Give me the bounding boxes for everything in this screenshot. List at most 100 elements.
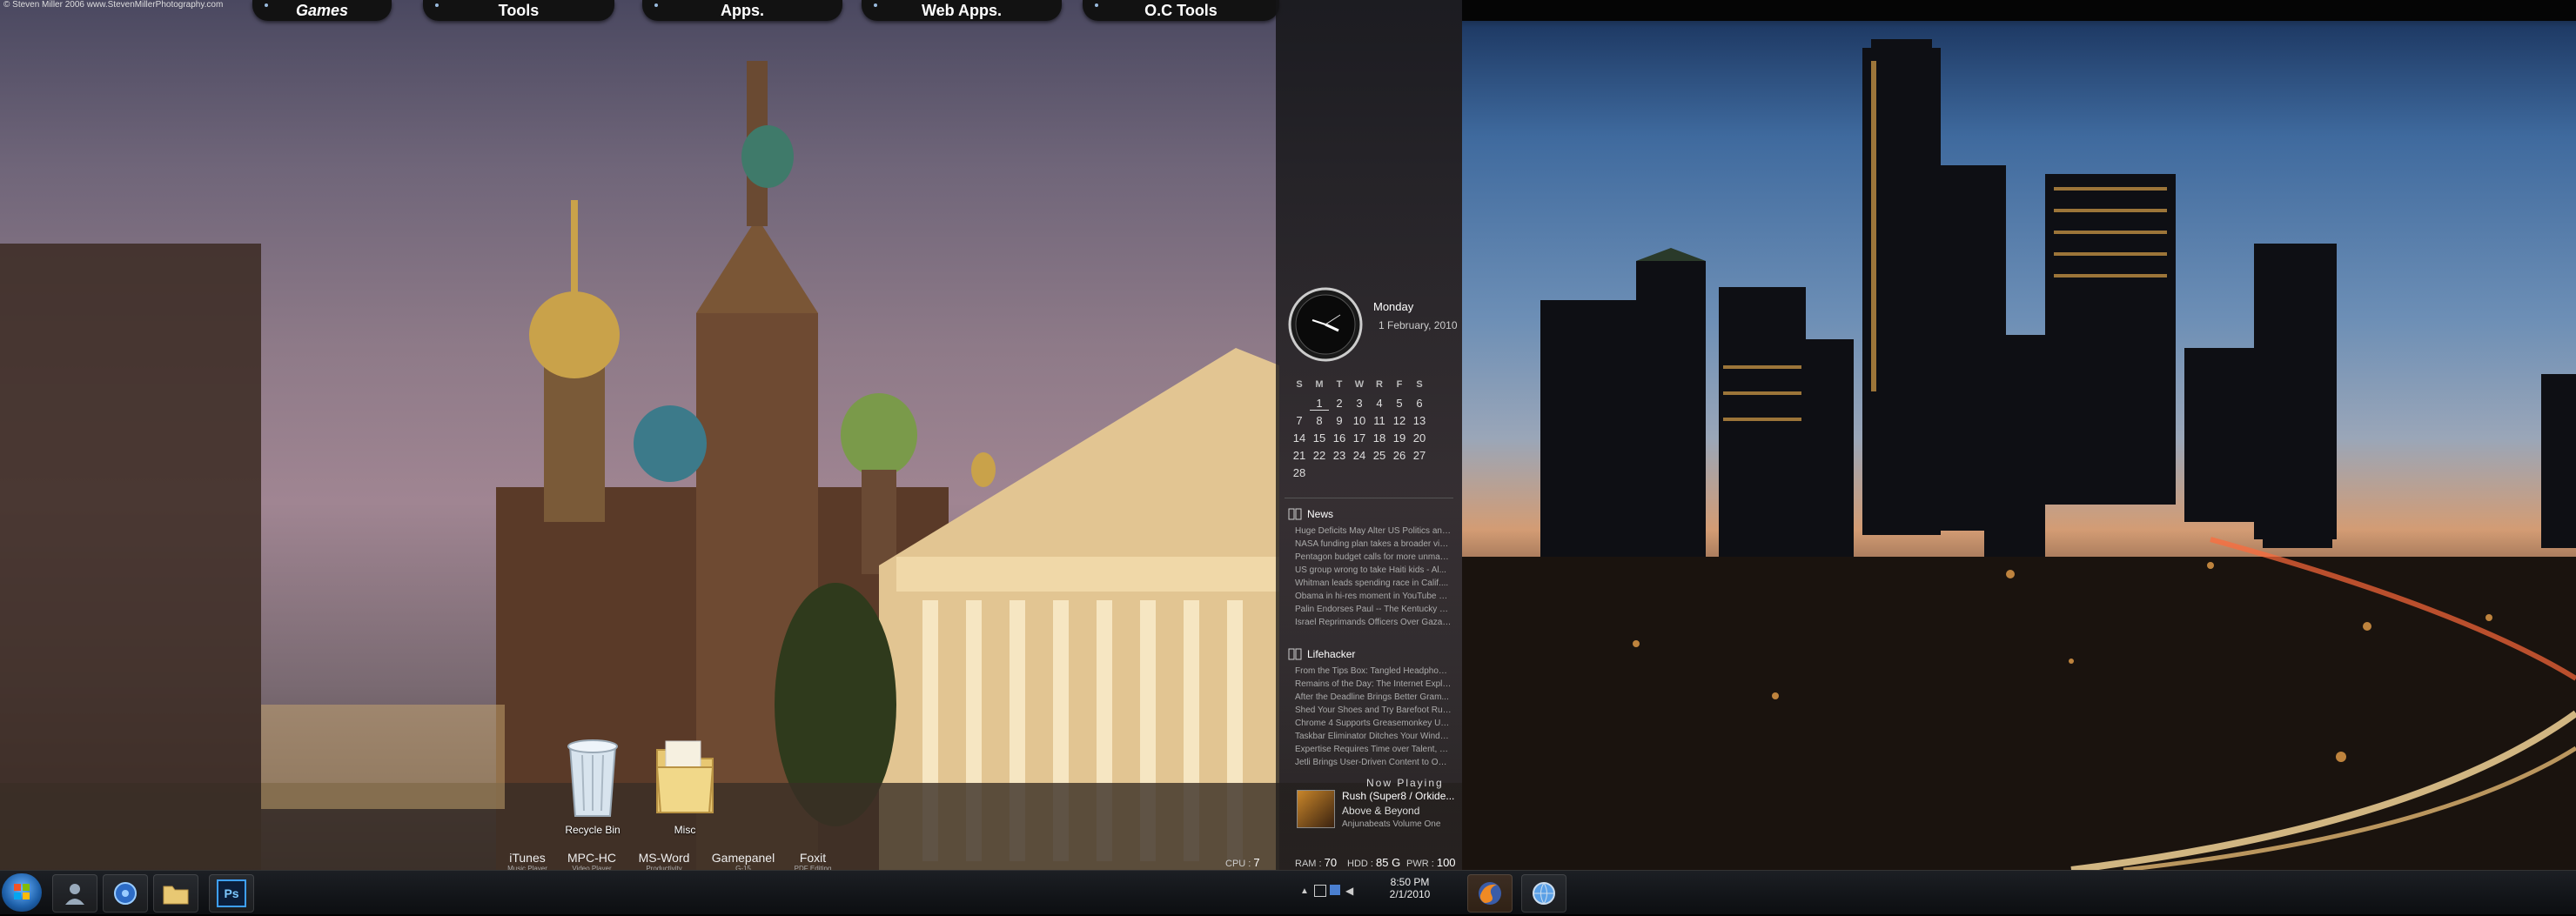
lifehacker-item[interactable]: Chrome 4 Supports Greasemonkey User... xyxy=(1295,719,1452,732)
start-button[interactable] xyxy=(2,873,42,912)
firefox-icon xyxy=(1479,882,1501,905)
lifehacker-item[interactable]: From the Tips Box: Tangled Headphone... xyxy=(1295,666,1452,679)
stat-hdd-value: 85 G xyxy=(1376,856,1401,869)
calendar-day[interactable]: 9 xyxy=(1330,414,1349,427)
calendar-day[interactable]: 10 xyxy=(1350,414,1369,427)
folder-icon xyxy=(655,740,714,813)
lifehacker-item[interactable]: Shed Your Shoes and Try Barefoot Runn... xyxy=(1295,705,1452,719)
desktop-icon-recycle-bin[interactable]: Recycle Bin xyxy=(553,732,632,836)
menu-tab-tools[interactable]: Tools xyxy=(423,0,614,21)
taskbar-user-app[interactable] xyxy=(52,874,97,913)
menu-tab-oc-tools[interactable]: O.C Tools xyxy=(1083,0,1279,21)
city-skyline-scene xyxy=(1462,39,2576,913)
calendar-day[interactable]: 20 xyxy=(1410,431,1429,445)
desktop-wallpaper-left xyxy=(0,0,1462,913)
lifehacker-item[interactable]: Jetli Brings User-Driven Content to Onl.… xyxy=(1295,758,1452,771)
lifehacker-item[interactable]: Taskbar Eliminator Ditches Your Windo... xyxy=(1295,732,1452,745)
desktop-icon-label: Misc xyxy=(674,824,696,836)
calendar-day[interactable]: 8 xyxy=(1310,414,1329,427)
dock-label: MS-Word xyxy=(638,851,690,865)
stat-hdd-label: HDD : xyxy=(1347,859,1373,869)
calendar-day[interactable]: 21 xyxy=(1290,449,1309,462)
clock-date: 1 February, 2010 xyxy=(1379,319,1458,331)
news-feed-list: Huge Deficits May Alter US Politics and.… xyxy=(1295,526,1452,631)
news-item[interactable]: Palin Endorses Paul -- The Kentucky Dr..… xyxy=(1295,605,1452,618)
lifehacker-item[interactable]: Expertise Requires Time over Talent, S..… xyxy=(1295,745,1452,758)
taskbar: Ps ▲ ◀ 8:50 PM 2/1/2010 xyxy=(0,870,2576,914)
sidebar-gadgets: Monday 1 February, 2010 SMTWRFS123456789… xyxy=(1276,0,1462,870)
tray-volume-icon[interactable]: ◀ xyxy=(1345,885,1353,897)
album-art-thumbnail[interactable] xyxy=(1297,790,1335,828)
calendar-day[interactable]: 2 xyxy=(1330,397,1349,410)
lifehacker-item[interactable]: After the Deadline Brings Better Gram... xyxy=(1295,692,1452,705)
tray-network-icon[interactable] xyxy=(1314,885,1326,897)
calendar-day[interactable]: 15 xyxy=(1310,431,1329,445)
calendar-day[interactable]: 25 xyxy=(1370,449,1389,462)
taskbar-explorer[interactable] xyxy=(153,874,198,913)
globe-icon xyxy=(1533,882,1555,905)
taskbar-media-app[interactable] xyxy=(103,874,148,913)
now-playing-track: Rush (Super8 / Orkide... xyxy=(1342,790,1455,802)
calendar-day[interactable]: 26 xyxy=(1390,449,1409,462)
tab-dot-icon xyxy=(1095,3,1098,7)
calendar-day[interactable]: 5 xyxy=(1390,397,1409,410)
calendar-day[interactable]: 14 xyxy=(1290,431,1309,445)
calendar-day[interactable]: 3 xyxy=(1350,397,1369,410)
calendar-day[interactable]: 28 xyxy=(1290,466,1309,479)
menu-tab-apps[interactable]: Apps. xyxy=(642,0,842,21)
media-disc-icon xyxy=(114,882,137,905)
news-item[interactable]: NASA funding plan takes a broader vie... xyxy=(1295,539,1452,552)
calendar-day[interactable]: 24 xyxy=(1350,449,1369,462)
feed-title-news: News xyxy=(1307,508,1334,520)
calendar-day[interactable]: 16 xyxy=(1330,431,1349,445)
calendar-day[interactable]: 17 xyxy=(1350,431,1369,445)
dock-label: MPC-HC xyxy=(567,851,616,865)
calendar-day[interactable]: 1 xyxy=(1310,397,1329,411)
stat-hdd: HDD : 85 G xyxy=(1347,856,1400,869)
menu-tab-label: Web Apps. xyxy=(921,1,1002,19)
news-item[interactable]: Pentagon budget calls for more unman... xyxy=(1295,552,1452,565)
cathedral-scene xyxy=(0,61,1462,870)
calendar-day[interactable]: 27 xyxy=(1410,449,1429,462)
calendar-day[interactable]: 13 xyxy=(1410,414,1429,427)
windows-logo-icon xyxy=(14,884,30,899)
news-item[interactable]: Whitman leads spending race in Calif.... xyxy=(1295,578,1452,592)
calendar-weekday-header: S xyxy=(1296,379,1303,390)
taskbar-photoshop[interactable]: Ps xyxy=(209,874,254,913)
news-item[interactable]: US group wrong to take Haiti kids - Al..… xyxy=(1295,565,1452,578)
calendar-day[interactable]: 22 xyxy=(1310,449,1329,462)
tab-dot-icon xyxy=(874,3,877,7)
news-item[interactable]: Obama in hi-res moment in YouTube Q... xyxy=(1295,592,1452,605)
analog-clock-icon xyxy=(1288,287,1363,362)
calendar-day[interactable]: 11 xyxy=(1370,414,1389,427)
tray-arrow-icon[interactable]: ▲ xyxy=(1300,886,1309,896)
calendar-day[interactable]: 4 xyxy=(1370,397,1389,410)
dock-label: Gamepanel xyxy=(711,851,775,865)
lifehacker-item[interactable]: Remains of the Day: The Internet Explo..… xyxy=(1295,679,1452,692)
news-item[interactable]: Israel Reprimands Officers Over Gaza ... xyxy=(1295,618,1452,631)
tray-date: 2/1/2010 xyxy=(1389,888,1431,900)
desktop-icon-misc[interactable]: Misc xyxy=(646,732,724,836)
tray-action-center-icon[interactable] xyxy=(1330,885,1340,895)
now-playing-album: Anjunabeats Volume One xyxy=(1342,819,1441,829)
stat-ram-value: 70 xyxy=(1324,856,1338,869)
calendar-day[interactable]: 12 xyxy=(1390,414,1409,427)
calendar: S M T W R F S 1 2 3 4 5 6 7 8 9 10 11 12 13 14 15 16 17 18 19 20 21… xyxy=(1285,379,1459,484)
tray-clock[interactable]: 8:50 PM 2/1/2010 xyxy=(1384,876,1436,900)
dock-label: Foxit xyxy=(799,851,827,865)
news-item[interactable]: Huge Deficits May Alter US Politics and.… xyxy=(1295,526,1452,539)
now-playing-header: Now Playing xyxy=(1366,777,1444,789)
calendar-weekday-header: F xyxy=(1396,379,1403,390)
lifehacker-feed-list: From the Tips Box: Tangled Headphone... … xyxy=(1295,666,1452,771)
menu-tab-games[interactable]: Games xyxy=(252,0,392,21)
folder-icon xyxy=(163,886,189,905)
calendar-day[interactable]: 18 xyxy=(1370,431,1389,445)
calendar-day[interactable]: 7 xyxy=(1290,414,1309,427)
taskbar-firefox[interactable] xyxy=(1467,874,1513,913)
right-monitor-top-bar xyxy=(1462,0,2576,21)
taskbar-app-blue[interactable] xyxy=(1521,874,1566,913)
menu-tab-web-apps[interactable]: Web Apps. xyxy=(862,0,1062,21)
calendar-day[interactable]: 6 xyxy=(1410,397,1429,410)
calendar-day[interactable]: 23 xyxy=(1330,449,1349,462)
calendar-day[interactable]: 19 xyxy=(1390,431,1409,445)
